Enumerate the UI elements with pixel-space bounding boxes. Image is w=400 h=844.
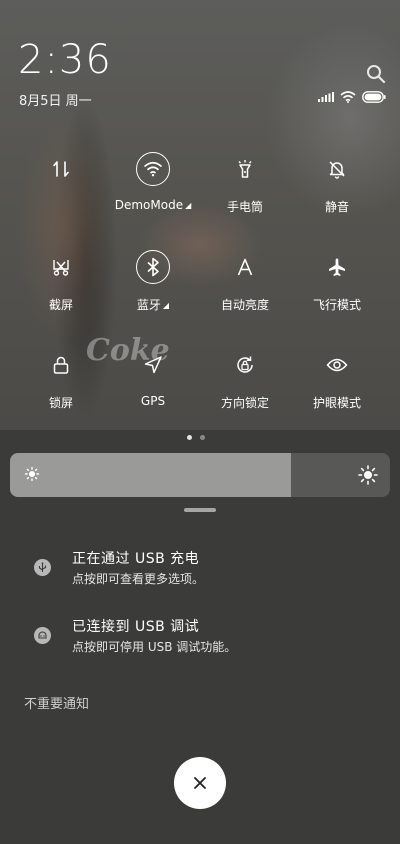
usb-icon — [34, 559, 51, 576]
page-dot-active[interactable] — [187, 435, 192, 440]
wifi-icon — [136, 152, 170, 186]
tile-gps[interactable]: GPS — [110, 348, 196, 428]
wifi-status-icon — [340, 91, 356, 103]
clear-all-button[interactable] — [174, 757, 226, 809]
tile-label: 蓝牙 — [136, 298, 161, 312]
unimportant-notifications-label[interactable]: 不重要通知 — [24, 693, 89, 712]
notification-title: 已连接到 USB 调试 — [72, 619, 200, 635]
battery-icon — [362, 91, 386, 103]
notification-usb-charging[interactable]: 正在通过 USB 充电 点按即可查看更多选项。 — [0, 548, 400, 598]
tile-label: 护眼模式 — [312, 396, 361, 410]
tile-label: 方向锁定 — [220, 396, 269, 410]
tile-wifi[interactable]: DemoMode ◢ — [110, 152, 196, 232]
brightness-slider[interactable] — [10, 453, 390, 497]
tile-label: 锁屏 — [48, 396, 73, 410]
tile-eye-care[interactable]: 护眼模式 — [294, 348, 380, 428]
tile-label: 截屏 — [48, 298, 73, 312]
tile-label: 静音 — [324, 200, 349, 214]
tile-label: 自动亮度 — [220, 298, 269, 312]
brightness-low-icon — [24, 466, 40, 482]
clock-time: 2:36 — [18, 37, 112, 83]
data-transfer-icon — [44, 152, 78, 186]
airplane-icon — [320, 250, 354, 284]
android-debug-icon — [34, 627, 51, 644]
brightness-high-icon — [358, 465, 378, 485]
brightness-slider-fill — [10, 453, 292, 497]
quick-settings-pager — [187, 435, 205, 440]
drag-handle[interactable] — [184, 508, 216, 512]
location-arrow-icon — [136, 348, 170, 382]
bluetooth-icon — [136, 250, 170, 284]
tile-label: DemoMode — [114, 198, 184, 212]
tile-screenshot[interactable]: 截屏 — [18, 250, 104, 330]
tile-flashlight[interactable]: 手电筒 — [202, 152, 288, 232]
clock-date: 8月5日 周一 — [19, 94, 92, 109]
auto-brightness-icon — [228, 250, 262, 284]
page-dot[interactable] — [200, 435, 205, 440]
tile-mute[interactable]: 静音 — [294, 152, 380, 232]
notification-subtitle: 点按即可查看更多选项。 — [72, 572, 205, 586]
tile-bluetooth[interactable]: 蓝牙 ◢ — [110, 250, 196, 330]
tile-airplane[interactable]: 飞行模式 — [294, 250, 380, 330]
lock-icon — [44, 348, 78, 382]
expand-menu-icon[interactable]: ◢ — [163, 301, 169, 310]
close-icon — [194, 777, 206, 789]
bell-off-icon — [320, 152, 354, 186]
flashlight-icon — [228, 152, 262, 186]
eye-icon — [320, 348, 354, 382]
tile-label: 飞行模式 — [312, 298, 361, 312]
notification-title: 正在通过 USB 充电 — [72, 551, 200, 567]
tile-mobile-data[interactable] — [18, 152, 104, 232]
tile-label: 手电筒 — [226, 200, 263, 214]
tile-lock-screen[interactable]: 锁屏 — [18, 348, 104, 428]
status-icons — [318, 90, 386, 104]
tile-label: GPS — [140, 394, 166, 408]
search-icon[interactable] — [366, 64, 386, 84]
notification-subtitle: 点按即可停用 USB 调试功能。 — [72, 640, 237, 654]
rotation-lock-icon — [228, 348, 262, 382]
tile-rotation-lock[interactable]: 方向锁定 — [202, 348, 288, 428]
expand-menu-icon[interactable]: ◢ — [185, 201, 191, 210]
tile-auto-brightness[interactable]: 自动亮度 — [202, 250, 288, 330]
scissors-icon — [44, 250, 78, 284]
notification-usb-debugging[interactable]: 已连接到 USB 调试 点按即可停用 USB 调试功能。 — [0, 616, 400, 666]
cellular-signal-icon — [318, 92, 334, 102]
